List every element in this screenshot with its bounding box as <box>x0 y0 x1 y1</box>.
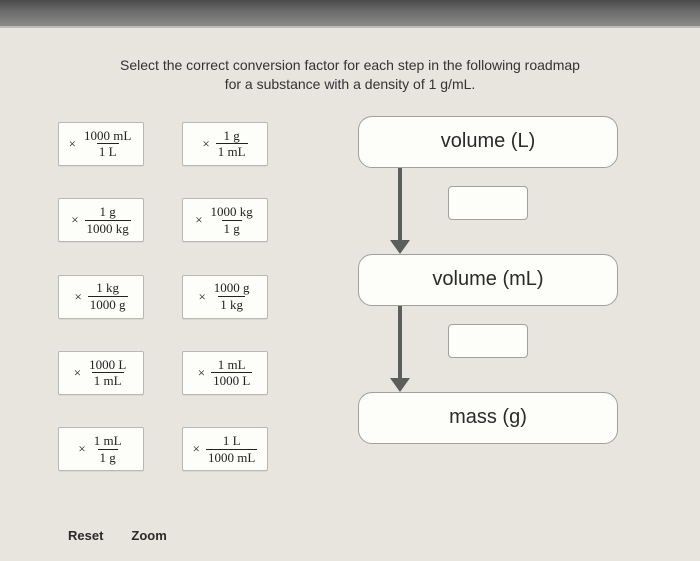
factor-tile[interactable]: ×1 mL1 g <box>58 427 144 471</box>
instructions-line-1: Select the correct conversion factor for… <box>120 57 580 73</box>
roadmap-node-volume-ml: volume (mL) <box>358 254 618 306</box>
work-area: ×1000 mL1 L ×1 g1 mL ×1 g1000 kg ×1000 k… <box>18 112 682 486</box>
node-label: mass (g) <box>449 406 527 429</box>
factor-tile[interactable]: ×1 g1 mL <box>182 122 268 166</box>
factor-tile[interactable]: ×1000 mL1 L <box>58 122 144 166</box>
node-label: volume (L) <box>441 130 535 153</box>
roadmap-node-volume-l: volume (L) <box>358 116 618 168</box>
factor-tile[interactable]: ×1000 g1 kg <box>182 275 268 319</box>
factor-tile[interactable]: ×1 g1000 kg <box>58 198 144 242</box>
factor-tile[interactable]: ×1 mL1000 L <box>182 351 268 395</box>
roadmap-node-mass-g: mass (g) <box>358 392 618 444</box>
factor-tile[interactable]: ×1000 L1 mL <box>58 351 144 395</box>
instructions-text: Select the correct conversion factor for… <box>58 56 642 94</box>
roadmap-diagram: volume (L) volume (mL) mass (g) <box>298 116 672 486</box>
node-label: volume (mL) <box>432 268 543 291</box>
arrow-down-icon <box>390 240 410 254</box>
factor-tile[interactable]: ×1 kg1000 g <box>58 275 144 319</box>
photo-top-edge <box>0 0 700 28</box>
conversion-factor-palette: ×1000 mL1 L ×1 g1 mL ×1 g1000 kg ×1000 k… <box>58 122 268 486</box>
conversion-drop-slot-2[interactable] <box>448 324 528 358</box>
factor-tile[interactable]: ×1 L1000 mL <box>182 427 268 471</box>
conversion-drop-slot-1[interactable] <box>448 186 528 220</box>
footer-controls: Reset Zoom <box>68 528 167 543</box>
arrow-segment <box>398 306 402 378</box>
zoom-button[interactable]: Zoom <box>131 528 166 543</box>
reset-button[interactable]: Reset <box>68 528 103 543</box>
instructions-line-2: for a substance with a density of 1 g/mL… <box>225 76 476 92</box>
arrow-down-icon <box>390 378 410 392</box>
arrow-segment <box>398 168 402 240</box>
exercise-panel: Select the correct conversion factor for… <box>18 38 682 561</box>
factor-tile[interactable]: ×1000 kg1 g <box>182 198 268 242</box>
